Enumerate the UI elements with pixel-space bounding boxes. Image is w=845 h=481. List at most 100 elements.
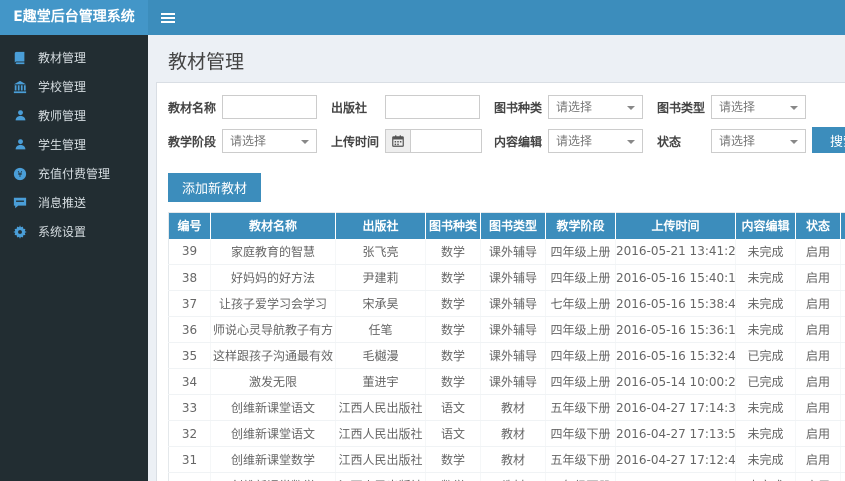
book-type-select[interactable]: 请选择 [711,95,806,119]
cell-category: 数学 [425,264,481,291]
cell-edit-status: 未完成 [735,420,796,447]
user-icon [12,108,28,124]
cell-publisher: 江西人民出版社 [335,394,426,421]
upload-time-field-group: 上传时间 [331,129,494,153]
content-editor-select-label: 内容编辑 [494,134,543,149]
book-category-select-group: 图书种类 请选择 [494,95,657,119]
cell-publisher: 江西人民出版社 [335,472,426,481]
book-category-select-value: 请选择 [556,100,593,114]
cell-stage: 四年级上册 [545,264,616,291]
sidebar-item-6[interactable]: 消息推送 [0,188,148,217]
cell-status: 启用 [795,368,841,395]
teaching-stage-select-value: 请选择 [230,134,267,148]
cell-name: 这样跟孩子沟通最有效 [210,342,336,369]
teaching-stage-select-label: 教学阶段 [168,134,217,149]
cell-id: 37 [168,290,211,317]
sidebar-toggle-button[interactable] [148,0,188,35]
table-row: 31 创维新课堂数学 江西人民出版社 数学 教材 五年级下册 2016-04-27 17:1… [168,446,845,473]
cell-edit-status: 未完成 [735,394,796,421]
column-header-upload-time: 上传时间 [615,212,736,239]
cell-status: 启用 [795,472,841,481]
cell-action [840,342,845,369]
cell-name: 创维新课堂语文 [210,420,336,447]
status-select-label: 状态 [657,134,682,149]
cell-stage: 五年级下册 [545,446,616,473]
cell-upload-time: 2016-04-27 17:14:34 [615,394,736,421]
teaching-stage-select-group: 教学阶段 请选择 [168,129,331,153]
chevron-down-icon [790,140,798,144]
sidebar-item-1[interactable]: 教材管理 [0,43,148,72]
app-logo: E趣堂后台管理系统 [0,0,148,35]
cell-stage: 四年级上册 [545,316,616,343]
cell-upload-time: 2016-05-16 15:40:14 [615,264,736,291]
sidebar-item-label: 消息推送 [38,196,87,210]
cell-name: 创维新课堂语文 [210,394,336,421]
sidebar-item-label: 充值付费管理 [38,167,111,181]
cell-publisher: 江西人民出版社 [335,420,426,447]
cell-category: 数学 [425,446,481,473]
cell-type: 教材 [480,472,546,481]
filter-row-2: 教学阶段 请选择 上传时间 内容编辑 请选择 状态 请选择 [168,129,845,153]
cell-type: 课外辅导 [480,342,546,369]
cell-action [840,290,845,317]
add-textbook-button[interactable]: 添加新教材 [168,173,262,202]
coin-icon: ¥ [12,166,28,182]
filter-row-1: 教材名称 出版社 图书种类 请选择 图书类型 请选择 [168,95,845,119]
chevron-down-icon [627,140,635,144]
cell-publisher: 任笔 [335,316,426,343]
cell-category: 数学 [425,290,481,317]
column-header-category: 图书种类 [425,212,481,239]
cell-publisher: 毛樾漫 [335,342,426,369]
textbook-name-field[interactable] [222,95,317,119]
publisher-field[interactable] [385,95,480,119]
book-category-select[interactable]: 请选择 [548,95,643,119]
cell-stage: 四年级下册 [545,420,616,447]
cell-category: 数学 [425,342,481,369]
content-editor-select[interactable]: 请选择 [548,129,643,153]
table-row: 32 创维新课堂语文 江西人民出版社 语文 教材 四年级下册 2016-04-27 17:1… [168,420,845,447]
sidebar-item-4[interactable]: 学生管理 [0,130,148,159]
column-header-stage: 教学阶段 [545,212,616,239]
table-row: 33 创维新课堂语文 江西人民出版社 语文 教材 五年级下册 2016-04-27 17:1… [168,394,845,421]
cell-id: 34 [168,368,211,395]
cell-name: 师说心灵导航教子有方 [210,316,336,343]
gear-icon [12,224,28,240]
book-category-select-label: 图书种类 [494,100,543,115]
cell-status: 启用 [795,316,841,343]
sidebar-item-3[interactable]: 教师管理 [0,101,148,130]
upload-time-field-label: 上传时间 [331,134,380,149]
sidebar-item-7[interactable]: 系统设置 [0,217,148,246]
cell-edit-status: 未完成 [735,264,796,291]
cell-publisher: 董进宇 [335,368,426,395]
sidebar-item-label: 学生管理 [38,138,87,152]
cell-name: 创维新课堂数学 [210,472,336,481]
cell-status: 启用 [795,238,841,265]
calendar-icon [385,129,410,153]
cell-action [840,472,845,481]
cell-id: 36 [168,316,211,343]
cell-status: 启用 [795,290,841,317]
status-select[interactable]: 请选择 [711,129,806,153]
cell-type: 教材 [480,394,546,421]
status-select-group: 状态 请选择 [657,129,820,153]
cell-action [840,446,845,473]
cell-upload-time: 2016-04-27 17:13:50 [615,420,736,447]
column-header-edit-status: 内容编辑 [735,212,796,239]
search-button[interactable]: 搜索 [812,127,845,153]
table-row: 30创维新课堂数学江西人民出版社数学教材四年级下册2016-04-27 17:1… [168,472,845,481]
teaching-stage-select[interactable]: 请选择 [222,129,317,153]
upload-time-field[interactable] [410,129,482,153]
cell-status: 启用 [795,420,841,447]
content-editor-select-value: 请选择 [556,134,593,148]
cell-edit-status: 未完成 [735,316,796,343]
book-type-select-group: 图书类型 请选择 [657,95,820,119]
cell-id: 38 [168,264,211,291]
cell-stage: 四年级上册 [545,368,616,395]
sidebar-item-label: 学校管理 [38,80,87,94]
cell-category: 数学 [425,472,481,481]
cell-name: 好妈妈的好方法 [210,264,336,291]
sidebar-item-2[interactable]: 学校管理 [0,72,148,101]
sidebar-item-5[interactable]: ¥ 充值付费管理 [0,159,148,188]
cell-upload-time: 2016-05-16 15:32:48 [615,342,736,369]
cell-edit-status: 未完成 [735,472,796,481]
